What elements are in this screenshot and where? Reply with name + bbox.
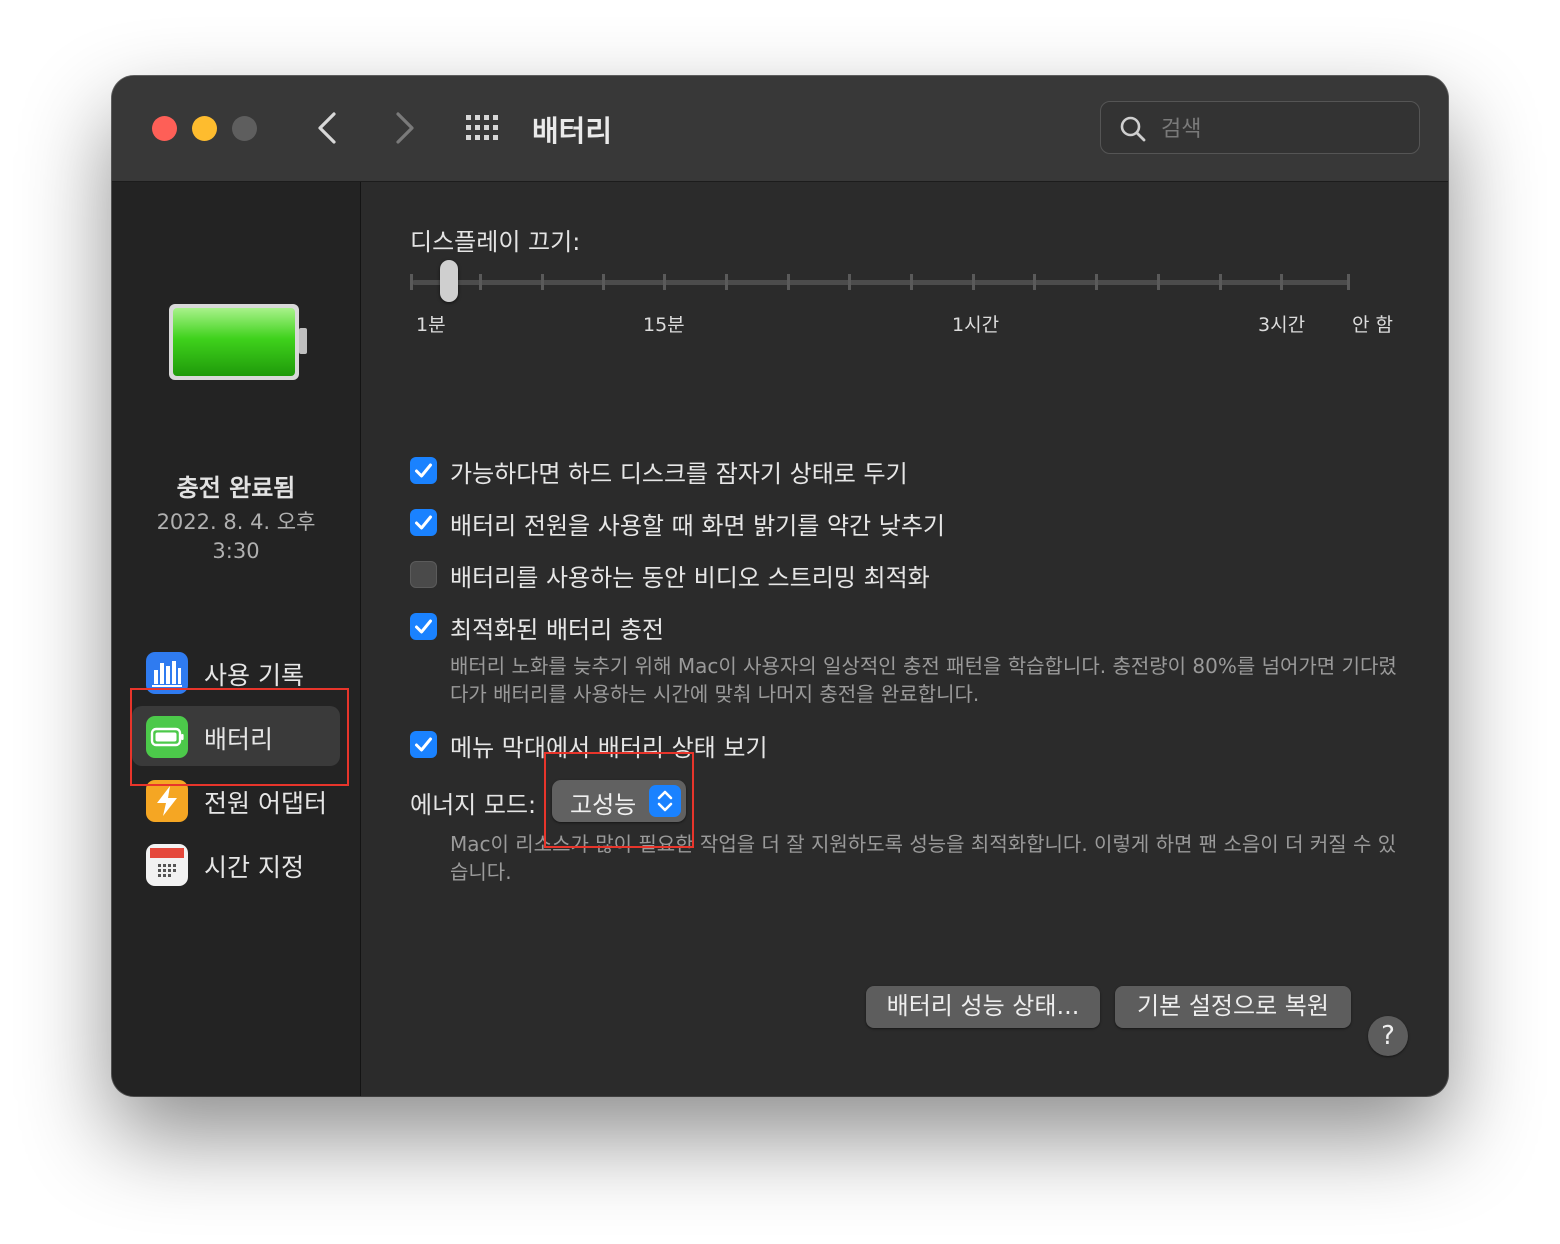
- sidebar: 충전 완료됨 2022. 8. 4. 오후 3:30 사용 기록 배터리 전원 …: [112, 182, 361, 1096]
- battery-settings-pane: 디스플레이 끄기: 1분 15분 1시간 3시간 안 함 가능하다면 하드 디스…: [362, 182, 1448, 1096]
- search-input[interactable]: [1159, 110, 1403, 148]
- slider-label-1min: 1분: [416, 314, 446, 336]
- slider-label-never: 안 함: [1352, 314, 1393, 336]
- forward-button[interactable]: [384, 106, 424, 150]
- slider-tick: [663, 274, 666, 290]
- slider-tick: [1033, 274, 1036, 290]
- title-bar: 배터리: [112, 76, 1448, 182]
- slider-tick: [1347, 274, 1350, 290]
- checkbox-checked[interactable]: [410, 509, 437, 536]
- optimized-charging-description: 배터리 노화를 늦추기 위해 Mac이 사용자의 일상적인 충전 패턴을 학습합…: [450, 654, 1397, 706]
- slider-tick: [1280, 274, 1283, 290]
- search-field[interactable]: [1100, 101, 1420, 154]
- option-label: 배터리 전원을 사용할 때 화면 밝기를 약간 낮추기: [450, 512, 946, 540]
- sidebar-item-label: 사용 기록: [204, 661, 304, 690]
- battery-status-icon: [169, 304, 307, 380]
- window-title: 배터리: [532, 114, 613, 148]
- zoom-window-button[interactable]: [232, 116, 257, 141]
- search-icon: [1120, 116, 1146, 142]
- power-adapter-icon: [146, 780, 188, 822]
- minimize-window-button[interactable]: [192, 116, 217, 141]
- slider-label-15min: 15분: [643, 314, 685, 336]
- slider-tick: [848, 274, 851, 290]
- slider-tick: [972, 274, 975, 290]
- slider-label-1hour: 1시간: [952, 314, 1000, 336]
- energy-mode-label: 에너지 모드:: [410, 791, 537, 819]
- checkmark-icon: [415, 737, 432, 752]
- charge-status-date: 2022. 8. 4. 오후 3:30: [156, 510, 316, 563]
- option-label: 가능하다면 하드 디스크를 잠자기 상태로 두기: [450, 460, 908, 488]
- system-preferences-window: 배터리 충전 완료됨 2022. 8. 4. 오후 3:30: [112, 76, 1448, 1096]
- slider-tick: [725, 274, 728, 290]
- checkbox-checked[interactable]: [410, 731, 437, 758]
- display-off-label: 디스플레이 끄기:: [410, 228, 581, 256]
- checkmark-icon: [415, 619, 432, 634]
- sidebar-item-schedule[interactable]: 시간 지정: [132, 834, 340, 894]
- highlight-annotation-battery: [130, 688, 349, 786]
- close-window-button[interactable]: [152, 116, 177, 141]
- battery-health-button[interactable]: 배터리 성능 상태...: [866, 986, 1100, 1028]
- charge-status-title: 충전 완료됨: [176, 474, 296, 502]
- show-all-grid-icon[interactable]: [464, 113, 504, 143]
- checkbox-unchecked[interactable]: [410, 561, 437, 588]
- checkbox-checked[interactable]: [410, 457, 437, 484]
- slider-tick: [602, 274, 605, 290]
- back-button[interactable]: [308, 106, 348, 150]
- sidebar-item-label: 전원 어댑터: [204, 789, 327, 818]
- option-label: 최적화된 배터리 충전: [450, 616, 664, 644]
- slider-tick: [787, 274, 790, 290]
- sidebar-item-label: 시간 지정: [204, 853, 304, 882]
- slider-tick: [541, 274, 544, 290]
- display-off-slider-track[interactable]: [412, 280, 1350, 285]
- slider-tick: [1157, 274, 1160, 290]
- checkmark-icon: [415, 515, 432, 530]
- slider-tick: [1219, 274, 1222, 290]
- highlight-annotation-energy-mode: [544, 752, 694, 848]
- option-label: 배터리를 사용하는 동안 비디오 스트리밍 최적화: [450, 564, 930, 592]
- slider-tick: [1095, 274, 1098, 290]
- help-button[interactable]: ?: [1368, 1016, 1408, 1056]
- restore-defaults-button[interactable]: 기본 설정으로 복원: [1115, 986, 1351, 1028]
- slider-tick: [910, 274, 913, 290]
- display-off-slider-knob[interactable]: [440, 260, 458, 302]
- slider-tick: [410, 274, 413, 290]
- chevron-right-icon: [396, 112, 414, 144]
- checkbox-checked[interactable]: [410, 613, 437, 640]
- checkmark-icon: [415, 463, 432, 478]
- chevron-left-icon: [318, 112, 336, 144]
- slider-label-3hours: 3시간: [1258, 314, 1306, 336]
- slider-tick: [479, 274, 482, 290]
- schedule-calendar-icon: [146, 844, 188, 886]
